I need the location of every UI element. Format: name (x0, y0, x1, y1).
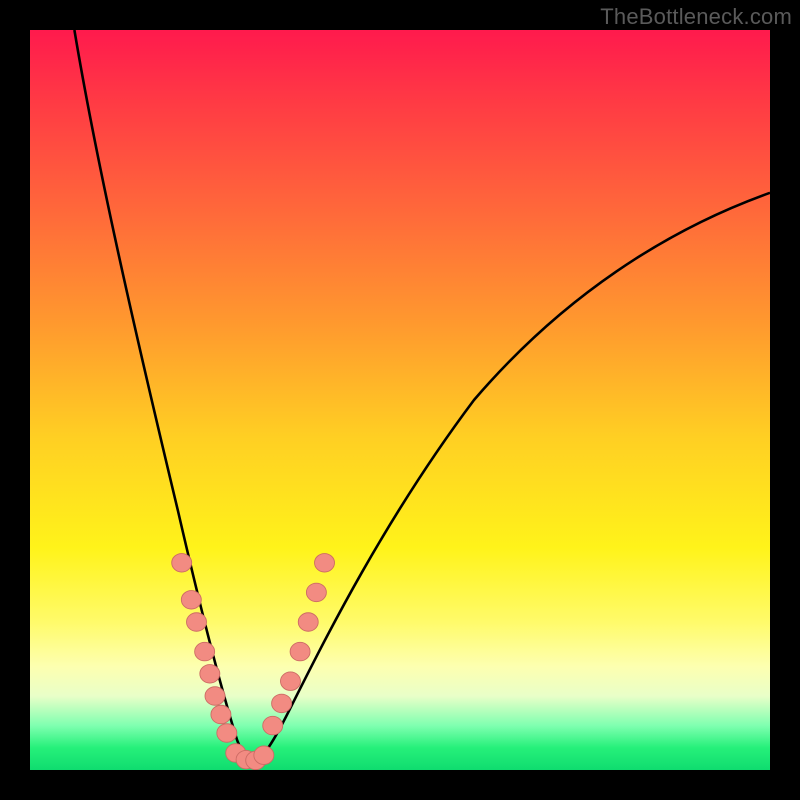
marker-dot (280, 672, 300, 691)
marker-dot (272, 694, 292, 713)
marker-dot (181, 591, 201, 610)
marker-dot (187, 613, 207, 632)
marker-dot (200, 665, 220, 684)
outer-frame: TheBottleneck.com (0, 0, 800, 800)
marker-dot (306, 583, 326, 602)
chart-svg (30, 30, 770, 770)
marker-dot (172, 554, 192, 573)
marker-dot (263, 716, 283, 735)
left-curve (74, 30, 252, 763)
marker-dot (211, 705, 231, 724)
watermark-text: TheBottleneck.com (600, 4, 792, 30)
plot-area (30, 30, 770, 770)
marker-dot (315, 554, 335, 573)
marker-dot (254, 746, 274, 765)
marker-dot (217, 724, 237, 743)
marker-dot (205, 687, 225, 706)
marker-dot (195, 642, 215, 661)
curve-layer (74, 30, 770, 763)
marker-dot (290, 642, 310, 661)
right-curve (252, 193, 770, 763)
marker-dot (298, 613, 318, 632)
